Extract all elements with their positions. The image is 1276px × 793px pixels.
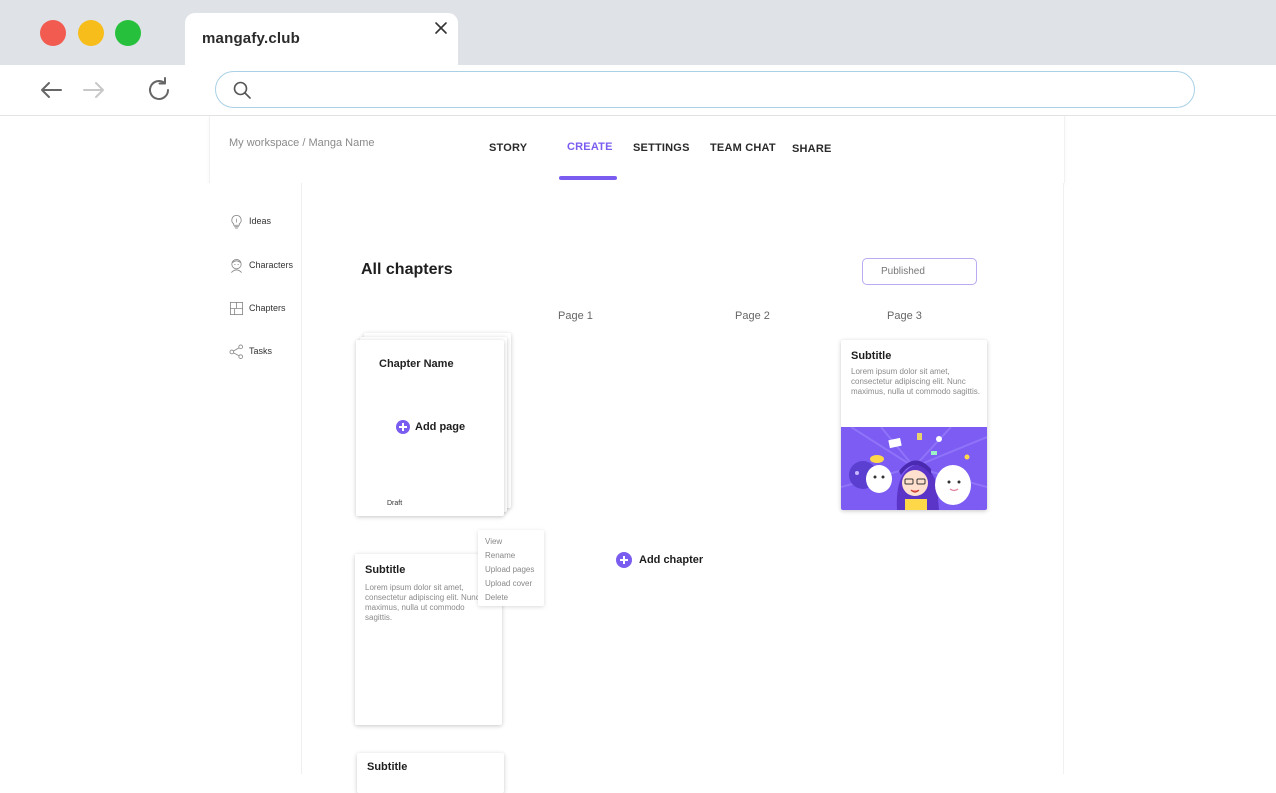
window-close-dot[interactable] <box>40 20 66 46</box>
chapter-card[interactable]: Subtitle <box>357 753 504 793</box>
address-input[interactable] <box>262 78 1162 102</box>
context-menu: View Rename Upload pages Upload cover De… <box>478 530 544 606</box>
add-chapter-button[interactable]: Add chapter <box>616 552 703 568</box>
address-bar[interactable] <box>215 71 1195 108</box>
browser-titlebar: mangafy.club <box>0 0 1276 69</box>
menu-item-rename[interactable]: Rename <box>485 549 544 563</box>
sidebar-item-label: Characters <box>249 260 294 270</box>
browser-tab[interactable]: mangafy.club <box>185 13 458 69</box>
add-page-label: Add page <box>415 421 466 433</box>
card-title: Subtitle <box>851 350 892 362</box>
manga-illustration-icon <box>841 427 987 510</box>
share-nodes-icon <box>229 344 244 359</box>
menu-item-delete[interactable]: Delete <box>485 591 544 605</box>
tab-story[interactable]: STORY <box>489 142 527 154</box>
page-label: Page 1 <box>558 310 593 322</box>
sidebar-item-label: Tasks <box>249 346 273 356</box>
cover-image <box>841 427 987 510</box>
plus-icon <box>396 420 410 434</box>
menu-item-upload-pages[interactable]: Upload pages <box>485 563 544 577</box>
sidebar-item-tasks[interactable]: Tasks <box>229 342 272 360</box>
page-card[interactable]: Subtitle Lorem ipsum dolor sit amet, con… <box>841 340 987 510</box>
tab-team-chat[interactable]: TEAM CHAT <box>710 142 776 154</box>
page-label: Page 2 <box>735 310 770 322</box>
tab-settings[interactable]: SETTINGS <box>633 142 690 154</box>
status-badge: Draft <box>387 500 403 507</box>
sidebar-item-label: Ideas <box>249 216 272 226</box>
character-icon <box>231 258 242 273</box>
plus-icon <box>616 552 632 568</box>
card-title: Subtitle <box>367 761 408 773</box>
tab-share[interactable]: SHARE <box>792 143 832 155</box>
page-title: All chapters <box>361 261 453 278</box>
breadcrumb[interactable]: My workspace / Manga Name <box>229 137 375 149</box>
chapter-name: Chapter Name <box>379 358 454 370</box>
lightbulb-icon <box>231 214 242 228</box>
forward-arrow-icon[interactable] <box>79 75 109 105</box>
window-minimize-dot[interactable] <box>78 20 104 46</box>
reload-icon[interactable] <box>144 75 174 105</box>
menu-item-view[interactable]: View <box>485 535 544 549</box>
menu-item-upload-cover[interactable]: Upload cover <box>485 577 544 591</box>
sidebar-item-characters[interactable]: Characters <box>229 256 293 274</box>
card-description: Lorem ipsum dolor sit amet, consectetur … <box>365 583 480 622</box>
back-arrow-icon[interactable] <box>36 75 66 105</box>
tab-create[interactable]: CREATE <box>567 141 613 153</box>
close-icon[interactable] <box>432 19 450 37</box>
sidebar-item-ideas[interactable]: Ideas <box>229 212 271 230</box>
browser-toolbar <box>0 65 1276 116</box>
app-header: My workspace / Manga Name STORY CREATE S… <box>209 116 1065 183</box>
add-chapter-label: Add chapter <box>639 554 704 566</box>
chapter-card[interactable]: Chapter Name Add page Draft <box>356 340 504 516</box>
status-select[interactable]: Published <box>862 258 977 285</box>
card-description: Lorem ipsum dolor sit amet, consectetur … <box>851 367 980 396</box>
chapters-icon <box>229 301 244 315</box>
search-icon <box>233 81 251 99</box>
sidebar-item-label: Chapters <box>249 303 286 313</box>
sidebar: Ideas Characters Chapters Tasks <box>209 183 302 774</box>
active-tab-indicator <box>559 176 617 180</box>
page-label: Page 3 <box>887 310 922 322</box>
tab-title: mangafy.club <box>202 30 300 47</box>
add-page-button[interactable]: Add page <box>396 420 465 434</box>
sidebar-item-chapters[interactable]: Chapters <box>229 299 286 317</box>
window-maximize-dot[interactable] <box>115 20 141 46</box>
card-title: Subtitle <box>365 564 406 576</box>
chapters-board: All chapters Published Page 1 Page 2 Pag… <box>302 183 1064 793</box>
